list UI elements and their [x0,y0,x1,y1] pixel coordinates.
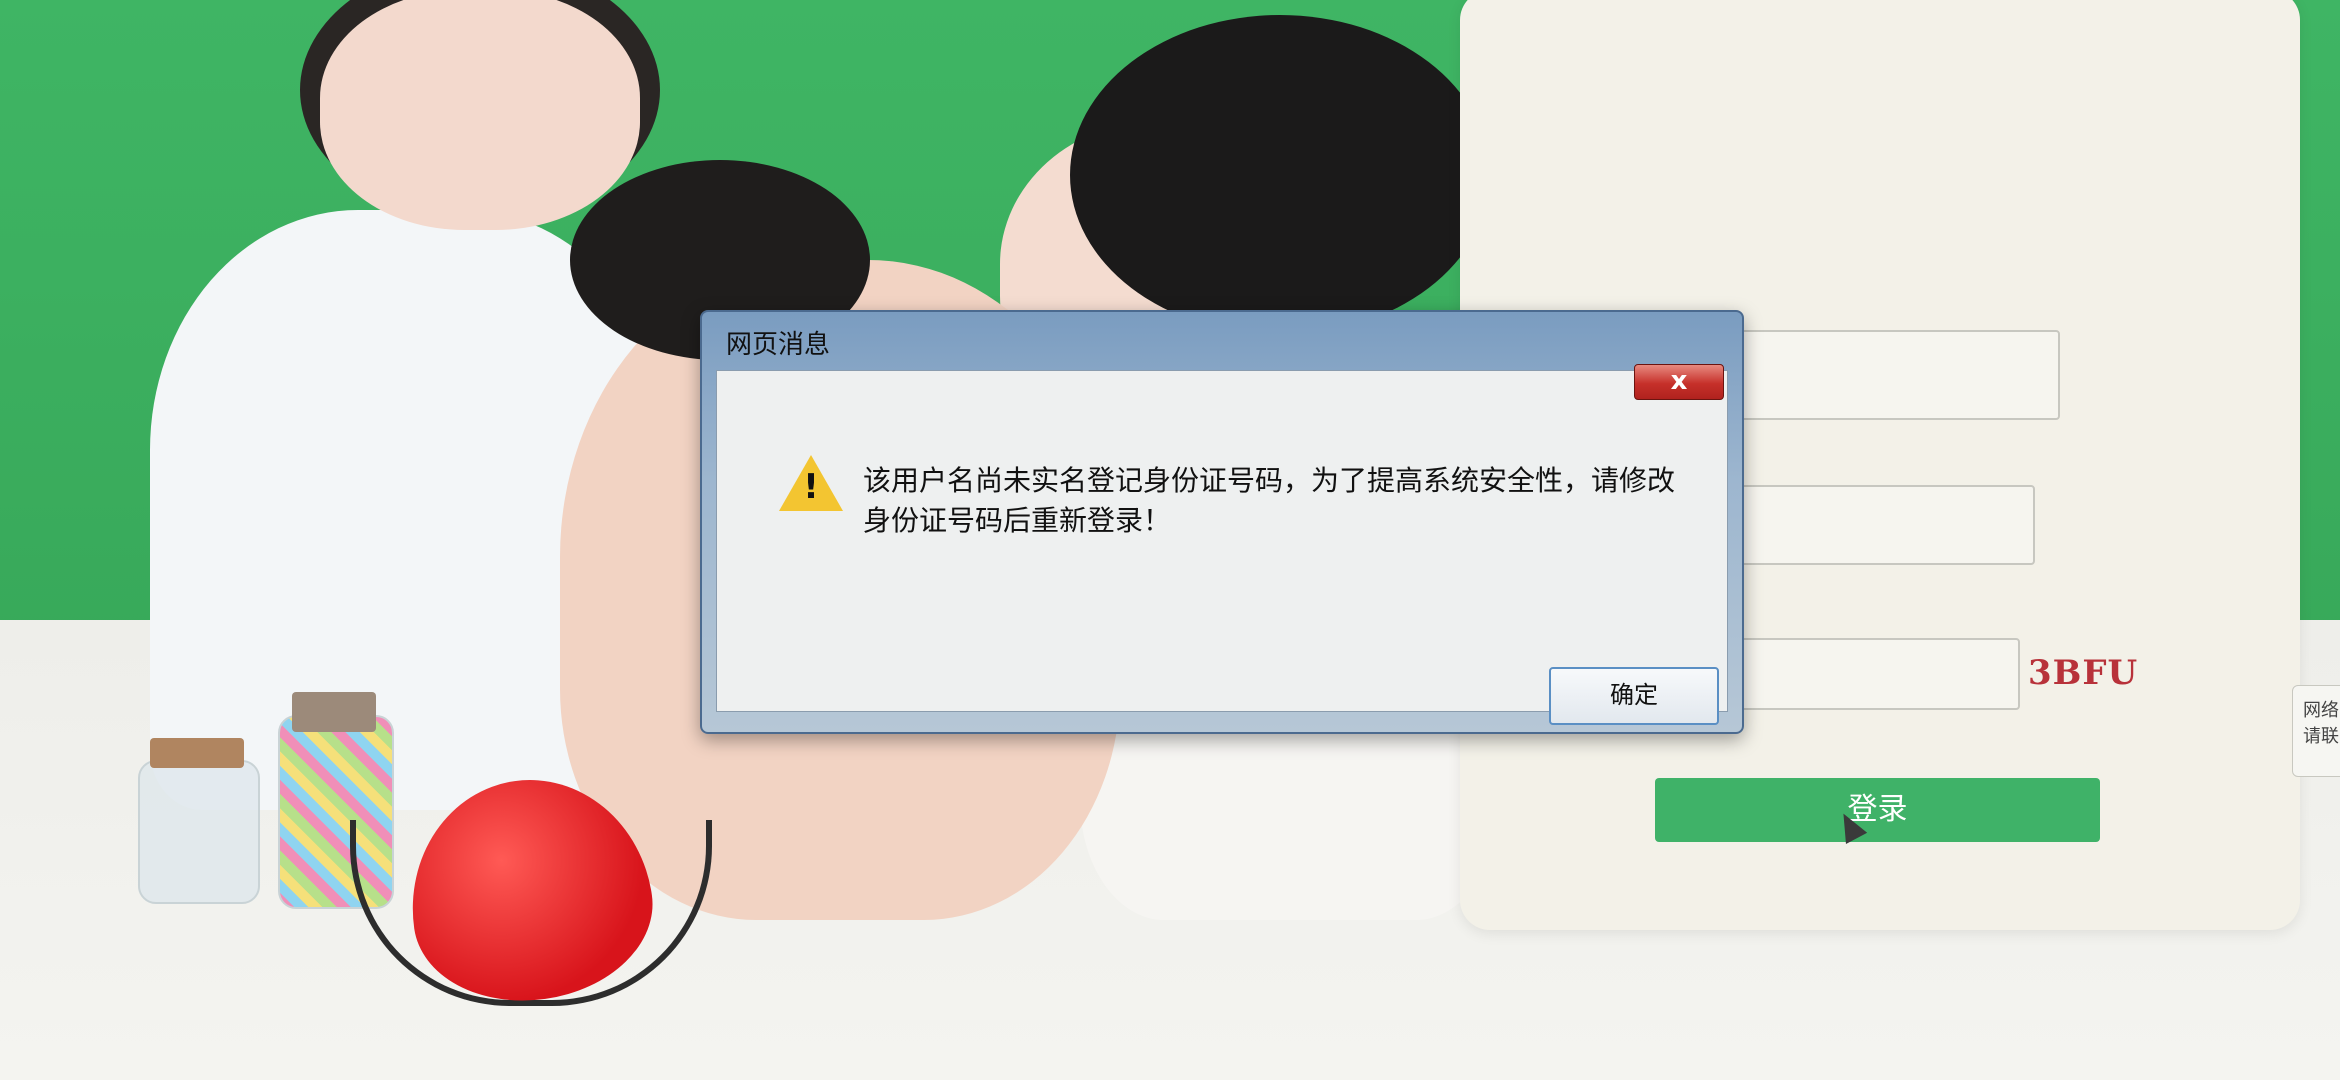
close-button[interactable]: x [1634,364,1724,400]
warning-exclamation-icon: ! [803,467,819,507]
alert-dialog: 网页消息 ! 该用户名尚未实名登记身份证号码，为了提高系统安全性，请修改身份证号… [700,310,1744,734]
jar-lid-image [150,738,244,768]
captcha-image[interactable]: 3BFU [2028,648,2138,698]
dialog-message: 该用户名尚未实名登记身份证号码，为了提高系统安全性，请修改身份证号码后重新登录！ [863,464,1676,537]
side-notice-line1: 网络 [2303,700,2339,721]
dialog-title: 网页消息 [726,330,831,360]
login-button[interactable]: 登录 [1655,778,2100,842]
side-notice[interactable]: 网络 请联 [2292,685,2340,777]
ok-button[interactable]: 确定 [1549,667,1719,725]
dialog-body: ! 该用户名尚未实名登记身份证号码，为了提高系统安全性，请修改身份证号码后重新登… [716,370,1728,725]
photo-mother-hair [1070,15,1490,335]
jar-lid-image [292,692,376,732]
side-notice-line2: 请联 [2303,726,2339,747]
candy-jar-image [138,760,260,904]
photo-girl-face [320,0,640,230]
